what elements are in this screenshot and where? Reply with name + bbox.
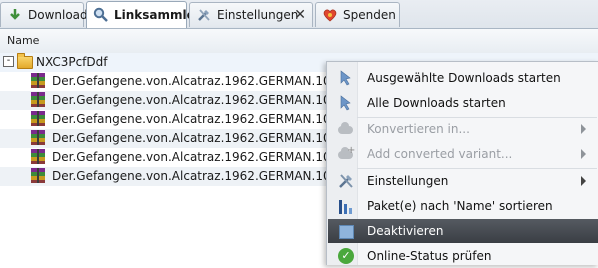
menu-item-label: Online-Status prüfen [367,249,492,263]
submenu-arrow-icon [581,176,586,186]
column-name[interactable]: Name [7,34,39,47]
linkgrabber-icon [93,7,109,23]
tab-spenden[interactable]: Spenden [315,2,400,27]
menu-item-convert[interactable]: Konvertieren in... [328,117,598,141]
column-header: Name [0,29,598,54]
close-icon[interactable]: ✕ [294,7,306,23]
rar-archive-icon [31,111,45,126]
tab-download[interactable]: Download [0,2,88,27]
download-icon [7,7,23,23]
tab-label: Einstellungen [217,8,299,22]
rar-archive-icon [31,73,45,88]
sort-icon [338,198,354,214]
rar-archive-icon [31,149,45,164]
tab-label: Linksammler [114,8,201,22]
menu-item-label: Deaktivieren [367,224,444,238]
tools-icon [338,173,354,189]
package-name: NXC3PcfDdf [36,55,108,69]
settings-icon [196,7,212,23]
menu-item-label: Einstellungen [367,174,449,188]
tab-bar: Download Linksammler Einstellungen ✕ Spe… [0,0,598,29]
menu-item-label: Paket(e) nach 'Name' sortieren [367,199,553,213]
menu-item-start-all[interactable]: Alle Downloads starten [328,91,598,115]
menu-item-online-status[interactable]: ✓ Online-Status prüfen [328,244,598,268]
submenu-arrow-icon [581,149,586,159]
rar-archive-icon [31,168,45,183]
menu-item-add-variant[interactable]: Add converted variant... [328,142,598,166]
menu-item-label: Konvertieren in... [367,122,470,136]
start-selected-icon [338,70,354,86]
tab-label: Spenden [343,8,396,22]
convert-icon [338,121,354,137]
menu-item-label: Add converted variant... [367,147,513,161]
tab-einstellungen[interactable]: Einstellungen ✕ [189,2,313,27]
collapse-toggle[interactable]: - [3,56,14,67]
package-folder-icon [17,53,33,69]
rar-archive-icon [31,92,45,107]
menu-item-einstellungen[interactable]: Einstellungen [328,169,598,193]
menu-item-start-selected[interactable]: Ausgewählte Downloads starten [328,66,598,90]
context-menu: Ausgewählte Downloads starten Alle Downl… [326,61,598,265]
deactivate-icon [338,223,354,239]
submenu-arrow-icon [581,124,586,134]
start-all-icon [338,95,354,111]
rar-archive-icon [31,130,45,145]
check-online-icon: ✓ [338,248,354,264]
tab-linksammler[interactable]: Linksammler [86,1,201,28]
menu-item-label: Alle Downloads starten [367,96,506,110]
menu-item-sort[interactable]: Paket(e) nach 'Name' sortieren [328,194,598,218]
menu-item-deaktivieren[interactable]: Deaktivieren [328,219,598,243]
add-variant-icon [338,145,355,162]
menu-item-label: Ausgewählte Downloads starten [367,71,561,85]
tab-label: Download [28,8,88,22]
heart-icon [322,7,338,23]
